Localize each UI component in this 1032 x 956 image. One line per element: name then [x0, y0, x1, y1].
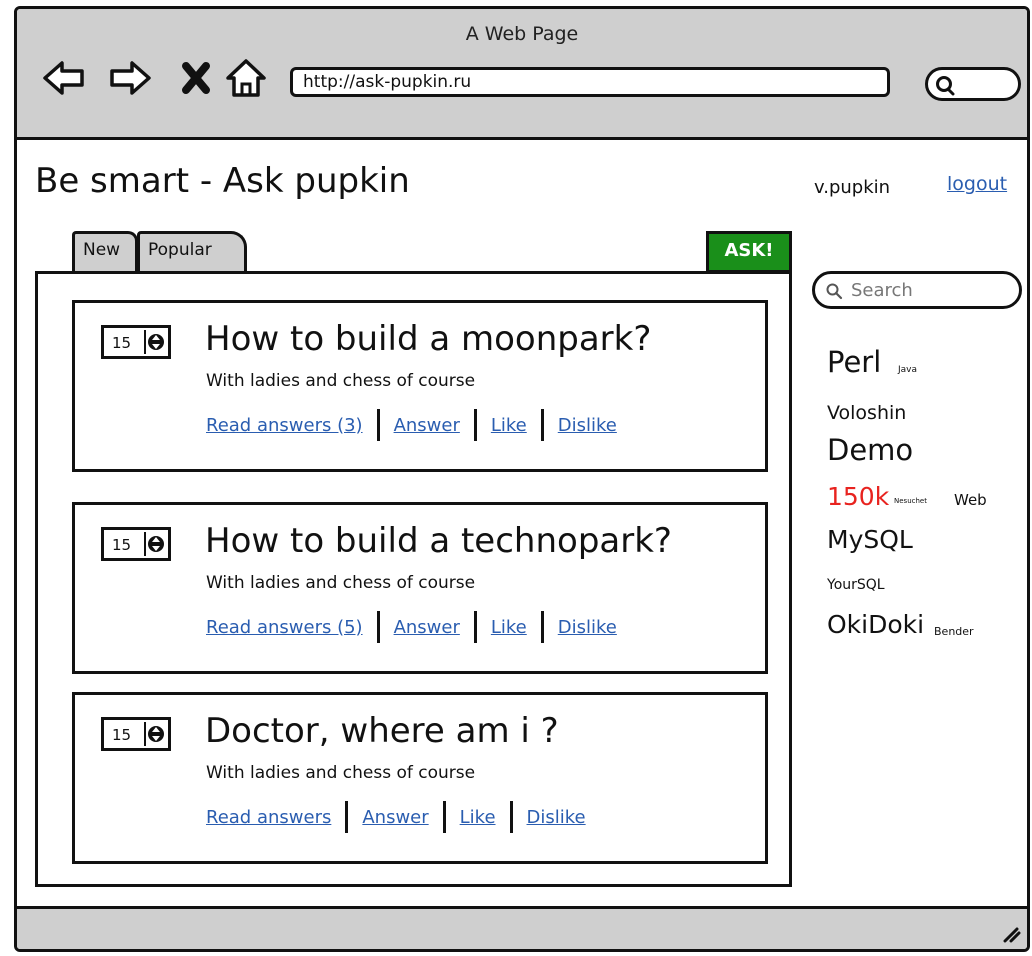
- rating-value: 15: [112, 536, 132, 554]
- back-button[interactable]: [41, 55, 87, 101]
- question-actions: Read answers (3) Answer Like Dislike: [206, 409, 617, 441]
- read-answers-link[interactable]: Read answers: [206, 807, 331, 828]
- tag-nesuchet[interactable]: Nesuchet: [894, 497, 927, 505]
- tag-perl[interactable]: Perl: [827, 345, 881, 379]
- rating-stepper[interactable]: 15: [101, 527, 171, 561]
- link-separator: [473, 611, 477, 643]
- tab-popular[interactable]: Popular: [137, 231, 247, 273]
- link-separator: [442, 801, 446, 833]
- address-bar[interactable]: http://ask-pupkin.ru: [290, 67, 890, 97]
- question-subtitle: With ladies and chess of course: [206, 763, 476, 783]
- search-placeholder: Search: [851, 280, 913, 301]
- question-card: 15 How to build a moonpark? With ladies …: [72, 300, 768, 472]
- dislike-link[interactable]: Dislike: [558, 617, 617, 638]
- link-separator: [376, 409, 380, 441]
- username: v.pupkin: [814, 177, 891, 198]
- question-actions: Read answers Answer Like Dislike: [206, 801, 586, 833]
- ask-button[interactable]: ASK!: [706, 231, 792, 273]
- dislike-link[interactable]: Dislike: [527, 807, 586, 828]
- link-separator: [345, 801, 349, 833]
- question-card: 15 How to build a technopark? With ladie…: [72, 502, 768, 674]
- stepper-arrows-icon[interactable]: [144, 532, 166, 556]
- link-separator: [540, 409, 544, 441]
- question-title[interactable]: Doctor, where am i ?: [205, 711, 559, 751]
- window-title: A Web Page: [465, 23, 579, 45]
- close-icon: [182, 62, 210, 94]
- link-separator: [473, 409, 477, 441]
- tag-yoursql[interactable]: YourSQL: [827, 577, 885, 593]
- home-button[interactable]: [223, 55, 269, 101]
- tag-voloshin[interactable]: Voloshin: [827, 402, 906, 424]
- link-separator: [376, 611, 380, 643]
- read-answers-link[interactable]: Read answers (3): [206, 415, 363, 436]
- question-title[interactable]: How to build a moonpark?: [205, 319, 651, 359]
- question-card: 15 Doctor, where am i ? With ladies and …: [72, 692, 768, 864]
- question-title[interactable]: How to build a technopark?: [205, 521, 672, 561]
- rating-value: 15: [112, 334, 132, 352]
- like-link[interactable]: Like: [460, 807, 496, 828]
- questions-panel: 15 How to build a moonpark? With ladies …: [35, 271, 792, 887]
- tag-bender[interactable]: Bender: [934, 625, 974, 638]
- like-link[interactable]: Like: [491, 415, 527, 436]
- forward-arrow-icon: [110, 61, 151, 95]
- question-subtitle: With ladies and chess of course: [206, 371, 476, 391]
- link-separator: [509, 801, 513, 833]
- search-input[interactable]: Search: [812, 271, 1022, 309]
- browser-window: A Web Page http://ask-pupkin.ru Be smart…: [14, 6, 1030, 952]
- rating-stepper[interactable]: 15: [101, 325, 171, 359]
- tag-web[interactable]: Web: [954, 491, 987, 509]
- site-title: Be smart - Ask pupkin: [35, 161, 410, 201]
- answer-link[interactable]: Answer: [394, 617, 460, 638]
- resize-grip-icon[interactable]: [999, 921, 1021, 943]
- rating-value: 15: [112, 726, 132, 744]
- stop-button[interactable]: [173, 55, 219, 101]
- stepper-arrows-icon[interactable]: [144, 722, 166, 746]
- logout-link[interactable]: logout: [947, 173, 1007, 195]
- stepper-arrows-icon[interactable]: [144, 330, 166, 354]
- question-actions: Read answers (5) Answer Like Dislike: [206, 611, 617, 643]
- tag-java[interactable]: Java: [898, 365, 917, 375]
- question-subtitle: With ladies and chess of course: [206, 573, 476, 593]
- tag-mysql[interactable]: MySQL: [827, 525, 913, 554]
- tag-demo[interactable]: Demo: [827, 433, 913, 467]
- search-icon: [936, 76, 955, 96]
- like-link[interactable]: Like: [491, 617, 527, 638]
- rating-stepper[interactable]: 15: [101, 717, 171, 751]
- forward-button[interactable]: [107, 55, 153, 101]
- home-icon: [226, 59, 266, 97]
- answer-link[interactable]: Answer: [362, 807, 428, 828]
- dislike-link[interactable]: Dislike: [558, 415, 617, 436]
- search-icon: [826, 283, 843, 300]
- tab-new[interactable]: New: [72, 231, 138, 273]
- status-bar: [17, 906, 1027, 949]
- browser-search-field[interactable]: [925, 67, 1021, 101]
- read-answers-link[interactable]: Read answers (5): [206, 617, 363, 638]
- back-arrow-icon: [43, 61, 84, 95]
- browser-toolbar: A Web Page http://ask-pupkin.ru: [17, 9, 1027, 140]
- link-separator: [540, 611, 544, 643]
- answer-link[interactable]: Answer: [394, 415, 460, 436]
- tag-150k[interactable]: 150k: [827, 482, 889, 511]
- tag-okidoki[interactable]: OkiDoki: [827, 610, 924, 639]
